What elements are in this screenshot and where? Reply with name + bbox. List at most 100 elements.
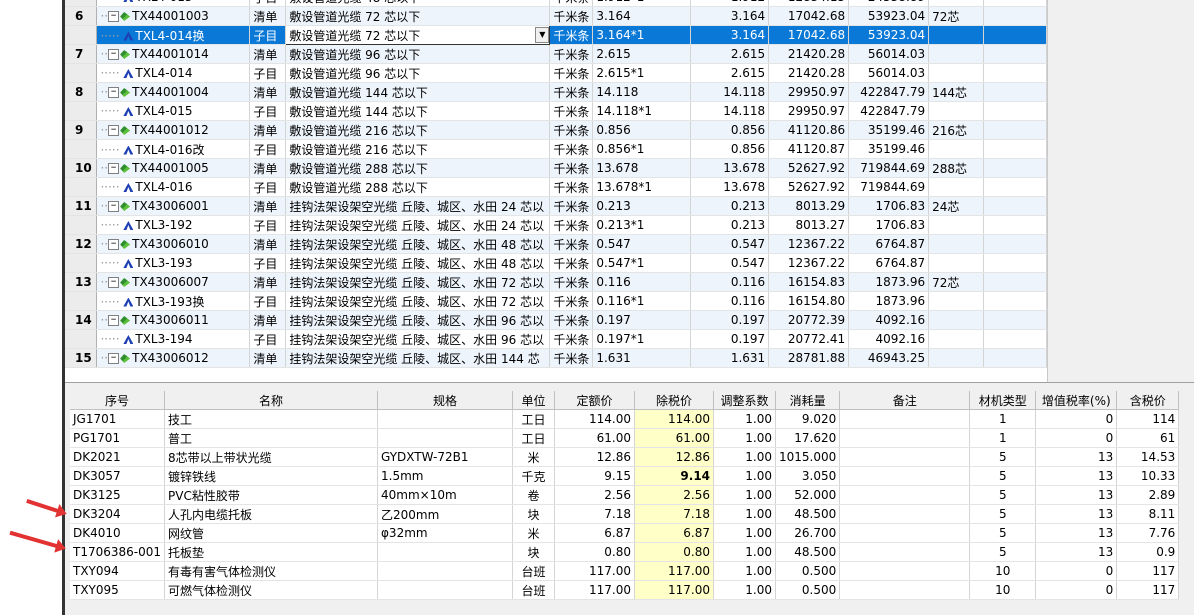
item-name[interactable]: 挂钩法架设架空光缆 丘陵、城区、水田 48 芯以 bbox=[285, 234, 551, 254]
quantity-expression[interactable]: 3.164*1 bbox=[592, 25, 692, 45]
net-price[interactable]: 117.00 bbox=[634, 580, 715, 600]
quantity-expression[interactable]: 0.856 bbox=[592, 120, 692, 140]
item-note[interactable] bbox=[928, 139, 985, 159]
vat-rate[interactable]: 13 bbox=[1035, 447, 1118, 467]
col-consumption-header[interactable]: 消耗量 bbox=[775, 391, 841, 410]
sub-item-row[interactable]: ····· TXL4-014换 子目 敷设管道光缆 72 芯以下 ▼ 千米条 3.164*… bbox=[65, 25, 1047, 45]
dropdown-arrow-icon[interactable]: ▼ bbox=[535, 26, 549, 43]
col-note-header[interactable]: 备注 bbox=[839, 391, 971, 410]
item-name[interactable]: 挂钩法架设架空光缆 丘陵、城区、水田 96 芯以 bbox=[285, 329, 551, 349]
item-name[interactable]: 敷设管道光缆 288 芯以下 bbox=[285, 158, 551, 178]
item-code-cell[interactable]: ·· − TX43006012 bbox=[96, 348, 251, 368]
quantity-expression[interactable]: 0.116 bbox=[592, 272, 692, 292]
item-code-cell[interactable]: ·· − TX44001004 bbox=[96, 82, 251, 102]
consumption[interactable]: 48.500 bbox=[775, 542, 841, 562]
item-name[interactable]: 敷设管道光缆 96 芯以下 bbox=[285, 44, 551, 64]
consumption[interactable]: 0.500 bbox=[775, 561, 841, 581]
col-gross-price-header[interactable]: 含税价 bbox=[1116, 391, 1180, 410]
item-code-cell[interactable]: ····· TXL4-015 bbox=[96, 101, 251, 121]
item-code-cell[interactable]: ····· TXL3-193换 bbox=[96, 291, 251, 311]
item-code-cell[interactable]: ····· TXL4-016改 bbox=[96, 139, 251, 159]
item-code-cell[interactable]: ·· − TX44001003 bbox=[96, 6, 251, 26]
resource-grid[interactable]: 序号 名称 规格 单位 定额价 除税价 调整系数 消耗量 备注 材机类型 增值税率(%) 含税价 JG… bbox=[65, 390, 1194, 615]
resource-row[interactable]: DK4010 网纹管 φ32mm 米 6.87 6.87 1.00 26.700 5 13 7.76 bbox=[70, 523, 1180, 543]
item-code-cell[interactable]: ····· TXL3-192 bbox=[96, 215, 251, 235]
item-note[interactable]: 24芯 bbox=[928, 196, 985, 216]
sub-item-row[interactable]: ····· TXL4-016改 子目 敷设管道光缆 216 芯以下 千米条 0.856*… bbox=[65, 139, 1047, 159]
quantity-expression[interactable]: 14.118*1 bbox=[592, 101, 692, 121]
col-code-header[interactable]: 序号 bbox=[70, 391, 166, 410]
resource-row[interactable]: DK3057 镀锌铁线 1.5mm 千克 9.15 9.14 1.00 3.050 5 13 10.… bbox=[70, 466, 1180, 486]
item-name[interactable]: 敷设管道光缆 288 芯以下 bbox=[285, 177, 551, 197]
minus-box-icon[interactable]: − bbox=[108, 163, 120, 174]
bill-items-grid[interactable]: ····· TXL4-013子目敷设管道光缆 48 芯以下千米条1.912*11… bbox=[65, 0, 1047, 382]
item-note[interactable] bbox=[928, 101, 985, 121]
adjust-coefficient[interactable]: 1.00 bbox=[713, 485, 777, 505]
resource-note[interactable] bbox=[839, 542, 971, 562]
minus-box-icon[interactable]: − bbox=[108, 239, 120, 250]
sub-item-row[interactable]: ····· TXL3-192 子目 挂钩法架设架空光缆 丘陵、城区、水田 24 芯以… bbox=[65, 215, 1047, 235]
col-net-price-header[interactable]: 除税价 bbox=[634, 391, 715, 410]
quantity-expression[interactable]: 3.164 bbox=[592, 6, 692, 26]
quantity-expression[interactable]: 1.631 bbox=[592, 348, 692, 368]
resource-note[interactable] bbox=[839, 561, 971, 581]
item-note[interactable] bbox=[928, 310, 985, 330]
vat-rate[interactable]: 13 bbox=[1035, 466, 1118, 486]
resource-note[interactable] bbox=[839, 409, 971, 429]
net-price[interactable]: 7.18 bbox=[634, 504, 715, 524]
item-note[interactable]: 288芯 bbox=[928, 158, 985, 178]
item-code-cell[interactable]: ·· − TX43006011 bbox=[96, 310, 251, 330]
quantity-expression[interactable]: 2.615*1 bbox=[592, 63, 692, 83]
net-price[interactable]: 6.87 bbox=[634, 523, 715, 543]
item-note[interactable] bbox=[928, 234, 985, 254]
resource-note[interactable] bbox=[839, 466, 971, 486]
col-coefficient-header[interactable]: 调整系数 bbox=[713, 391, 777, 410]
quantity-expression[interactable]: 0.856*1 bbox=[592, 139, 692, 159]
resource-note[interactable] bbox=[839, 580, 971, 600]
minus-box-icon[interactable]: − bbox=[108, 11, 120, 22]
vat-rate[interactable]: 13 bbox=[1035, 504, 1118, 524]
minus-box-icon[interactable]: − bbox=[108, 87, 120, 98]
item-code-cell[interactable]: ·· − TX43006007 bbox=[96, 272, 251, 292]
item-name[interactable]: 挂钩法架设架空光缆 丘陵、城区、水田 72 芯以 bbox=[285, 291, 551, 311]
item-name[interactable]: 挂钩法架设架空光缆 丘陵、城区、水田 72 芯以 bbox=[285, 272, 551, 292]
minus-box-icon[interactable]: − bbox=[108, 277, 120, 288]
quantity-expression[interactable]: 0.197*1 bbox=[592, 329, 692, 349]
net-price[interactable]: 9.14 bbox=[634, 466, 715, 486]
minus-box-icon[interactable]: − bbox=[108, 315, 120, 326]
resource-row[interactable]: DK3204 人孔内电缆托板 乙200mm 块 7.18 7.18 1.00 48.500 5 1… bbox=[70, 504, 1180, 524]
vat-rate[interactable]: 0 bbox=[1035, 580, 1118, 600]
vat-rate[interactable]: 13 bbox=[1035, 542, 1118, 562]
item-name[interactable]: 敷设管道光缆 144 芯以下 bbox=[285, 101, 551, 121]
col-name-header[interactable]: 名称 bbox=[164, 391, 379, 410]
quantity-expression[interactable]: 0.547 bbox=[592, 234, 692, 254]
quantity-expression[interactable]: 14.118 bbox=[592, 82, 692, 102]
item-code-cell[interactable]: ·· − TX43006001 bbox=[96, 196, 251, 216]
resource-note[interactable] bbox=[839, 485, 971, 505]
sub-item-row[interactable]: ····· TXL3-193 子目 挂钩法架设架空光缆 丘陵、城区、水田 48 芯以… bbox=[65, 253, 1047, 273]
item-name[interactable]: 敷设管道光缆 72 芯以下 bbox=[285, 6, 551, 26]
net-price[interactable]: 61.00 bbox=[634, 428, 715, 448]
adjust-coefficient[interactable]: 1.00 bbox=[713, 561, 777, 581]
bill-item-row[interactable]: 13 ·· − TX43006007 清单 挂钩法架设架空光缆 丘陵、城区、水田 72 芯… bbox=[65, 272, 1047, 292]
item-note[interactable] bbox=[928, 348, 985, 368]
adjust-coefficient[interactable]: 1.00 bbox=[713, 466, 777, 486]
item-name[interactable]: 挂钩法架设架空光缆 丘陵、城区、水田 144 芯 bbox=[285, 348, 551, 368]
resource-row[interactable]: JG1701 技工 工日 114.00 114.00 1.00 9.020 1 0 114 bbox=[70, 409, 1180, 429]
resource-note[interactable] bbox=[839, 447, 971, 467]
item-code-cell[interactable]: ·· − TX44001005 bbox=[96, 158, 251, 178]
resource-row[interactable]: DK3125 PVC粘性胶带 40mm×10m 卷 2.56 2.56 1.00 52.000… bbox=[70, 485, 1180, 505]
col-unit-header[interactable]: 单位 bbox=[512, 391, 556, 410]
consumption[interactable]: 48.500 bbox=[775, 504, 841, 524]
adjust-coefficient[interactable]: 1.00 bbox=[713, 542, 777, 562]
minus-box-icon[interactable]: − bbox=[108, 49, 120, 60]
consumption[interactable]: 1015.000 bbox=[775, 447, 841, 467]
item-code-cell[interactable]: ····· TXL4-016 bbox=[96, 177, 251, 197]
sub-item-row[interactable]: ····· TXL3-193换 子目 挂钩法架设架空光缆 丘陵、城区、水田 72 芯… bbox=[65, 291, 1047, 311]
adjust-coefficient[interactable]: 1.00 bbox=[713, 523, 777, 543]
vat-rate[interactable]: 13 bbox=[1035, 523, 1118, 543]
quantity-expression[interactable]: 0.197 bbox=[592, 310, 692, 330]
bill-item-row[interactable]: 10 ·· − TX44001005 清单 敷设管道光缆 288 芯以下 千米条 13.678… bbox=[65, 158, 1047, 178]
adjust-coefficient[interactable]: 1.00 bbox=[713, 504, 777, 524]
item-note[interactable] bbox=[928, 63, 985, 83]
